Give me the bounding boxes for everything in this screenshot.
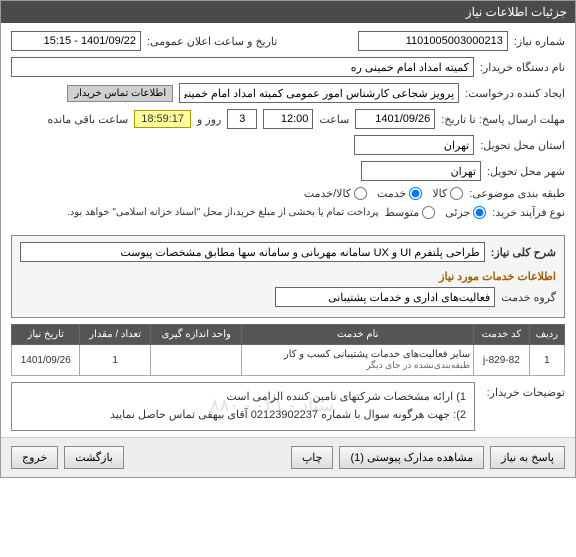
class-label: طبقه بندی موضوعی: [469, 187, 565, 200]
announce-dt-label: تاریخ و ساعت اعلان عمومی: [147, 35, 277, 48]
services-header: اطلاعات خدمات مورد نیاز [20, 266, 556, 287]
window-title: جزئیات اطلاعات نیاز [466, 5, 567, 19]
city-field[interactable] [361, 161, 481, 181]
titlebar: جزئیات اطلاعات نیاز [1, 1, 575, 23]
cell-idx: 1 [529, 345, 564, 376]
device-name-field[interactable] [11, 57, 474, 77]
services-table-wrap: ردیف کد خدمت نام خدمت واحد اندازه گیری ت… [1, 324, 575, 376]
notes-line-1: 1) ارائه مشخصات شرکتهای تامین کننده الزا… [20, 389, 466, 407]
print-button[interactable]: چاپ [291, 446, 334, 469]
th-code: کد خدمت [474, 325, 530, 345]
device-name-label: نام دستگاه خریدار: [480, 61, 565, 74]
table-header-row: ردیف کد خدمت نام خدمت واحد اندازه گیری ت… [12, 325, 565, 345]
cell-unit [150, 345, 242, 376]
overview-label: شرح کلی نیاز: [491, 246, 556, 259]
cell-name: سایر فعالیت‌های خدمات پشتیبانی کسب و کار… [242, 345, 474, 376]
cell-code: 829-82-j [474, 345, 530, 376]
remaining-suffix: ساعت باقی مانده [47, 113, 128, 126]
time-label-1: ساعت [319, 113, 349, 126]
footer-buttons: پاسخ به نیاز مشاهده مدارک پیوستی (1) چاپ… [1, 437, 575, 477]
overview-field[interactable] [20, 242, 485, 262]
back-button[interactable]: بازگشت [64, 446, 124, 469]
days-label: روز و [197, 113, 221, 126]
deadline-label: مهلت ارسال پاسخ: تا تاریخ: [441, 113, 565, 126]
buyer-notes-label: توضیحات خریدار: [481, 382, 565, 399]
deadline-time-field[interactable] [263, 109, 313, 129]
buyer-notes-box: 1) ارائه مشخصات شرکتهای تامین کننده الزا… [11, 382, 475, 431]
group-field[interactable] [275, 287, 495, 307]
creator-label: ایجاد کننده درخواست: [465, 87, 565, 100]
window: جزئیات اطلاعات نیاز شماره نیاز: تاریخ و … [0, 0, 576, 478]
need-no-field[interactable] [358, 31, 508, 51]
notes-line-2: 2): جهت هرگونه سوال با شماره 02123902237… [20, 407, 466, 425]
group-label: گروه خدمت [501, 291, 556, 304]
days-remaining-field[interactable] [227, 109, 257, 129]
radio-partial[interactable]: جزئی [445, 206, 486, 219]
exit-button[interactable]: خروج [11, 446, 58, 469]
radio-both[interactable]: کالا/خدمت [304, 187, 367, 200]
process-note: پرداخت تمام یا بخشی از مبلغ خرید،از محل … [67, 207, 379, 218]
cell-date: 1401/09/26 [12, 345, 80, 376]
attachments-button[interactable]: مشاهده مدارک پیوستی (1) [339, 446, 484, 469]
cell-qty: 1 [80, 345, 150, 376]
th-unit: واحد اندازه گیری [150, 325, 242, 345]
th-name: نام خدمت [242, 325, 474, 345]
services-table: ردیف کد خدمت نام خدمت واحد اندازه گیری ت… [11, 324, 565, 376]
reply-button[interactable]: پاسخ به نیاز [490, 446, 565, 469]
need-no-label: شماره نیاز: [514, 35, 565, 48]
contact-info-button[interactable]: اطلاعات تماس خریدار [67, 85, 173, 102]
radio-service[interactable]: خدمت [377, 187, 422, 200]
buyer-notes-wrap: توضیحات خریدار: 1) ارائه مشخصات شرکتهای … [11, 382, 565, 431]
process-label: نوع فرآیند خرید: [492, 206, 565, 219]
deadline-date-field[interactable] [355, 109, 435, 129]
table-row[interactable]: 1 829-82-j سایر فعالیت‌های خدمات پشتیبان… [12, 345, 565, 376]
radio-goods[interactable]: کالا [432, 187, 463, 200]
th-date: تاریخ نیاز [12, 325, 80, 345]
class-radio-group: کالا خدمت کالا/خدمت [304, 187, 463, 200]
th-qty: تعداد / مقدار [80, 325, 150, 345]
th-idx: ردیف [529, 325, 564, 345]
province-label: استان محل تحویل: [480, 139, 565, 152]
countdown-timer: 18:59:17 [134, 110, 191, 128]
province-field[interactable] [354, 135, 474, 155]
process-radio-group: جزئی متوسط [385, 206, 487, 219]
announce-dt-field[interactable] [11, 31, 141, 51]
form-section: شماره نیاز: تاریخ و ساعت اعلان عمومی: نا… [1, 23, 575, 229]
creator-field[interactable] [179, 83, 459, 103]
radio-medium[interactable]: متوسط [385, 206, 436, 219]
inner-panel: شرح کلی نیاز: اطلاعات خدمات مورد نیاز گر… [11, 235, 565, 318]
city-label: شهر محل تحویل: [487, 165, 565, 178]
